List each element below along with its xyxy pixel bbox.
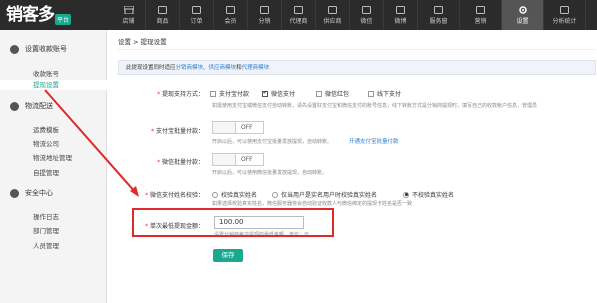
top-navigation-bar: 销客多 平台 店铺 商品 订单 会员 分销 代理商 供应商 微信 微博 服务窗 营销 设置 分析统计 xyxy=(0,0,597,30)
nav-item-order[interactable]: 订单 xyxy=(180,0,214,30)
method-wechat-checkbox[interactable]: ✔ 微信支付 xyxy=(262,89,295,98)
method-redpacket-checkbox[interactable]: 微信红包 xyxy=(316,89,349,98)
nav-item-supplier[interactable]: 供应商 xyxy=(316,0,350,30)
sidebar-item-operation-log[interactable]: 操作日志 xyxy=(33,211,59,221)
method-offline-checkbox[interactable]: 线下支付 xyxy=(368,89,401,98)
nav-item-distribution[interactable]: 分销 xyxy=(248,0,282,30)
logo-text: 销客多 xyxy=(6,4,55,25)
nav-item-wechat[interactable]: 微信 xyxy=(350,0,384,30)
radio-icon xyxy=(212,191,218,198)
sidebar-item-logistics-company[interactable]: 物流公司 xyxy=(33,138,59,148)
account-icon xyxy=(10,44,19,54)
sidebar-item-logistics-address[interactable]: 物流地址管理 xyxy=(33,152,72,162)
sidebar-group-account[interactable]: 设置收款账号 xyxy=(0,44,67,54)
nav-item-goods[interactable]: 商品 xyxy=(146,0,180,30)
breadcrumb: 设置 > 提现设置 xyxy=(118,38,167,46)
verify-real-name-radio[interactable]: 校验真实姓名 xyxy=(212,190,257,199)
wechat-batch-help: 开启以后，可以使用微信批量发放提现，自动转账。 xyxy=(212,170,328,176)
sidebar-item-department[interactable]: 部门管理 xyxy=(33,225,59,235)
notice-banner: 此提现设置同时适应分销商模块、供应商模块和代理商模块 xyxy=(118,60,596,75)
wechat-batch-toggle[interactable]: OFF xyxy=(212,153,264,166)
no-verify-radio[interactable]: 不校验真实姓名 xyxy=(403,190,454,199)
distributor-module-link[interactable]: 分销商模块 xyxy=(176,65,204,71)
wechat-icon xyxy=(362,5,372,14)
sidebar-item-staff[interactable]: 人员管理 xyxy=(33,240,59,250)
logo-badge: 平台 xyxy=(55,14,72,25)
sidebar-item-payee-account[interactable]: 收款账号 xyxy=(33,68,59,78)
highlight-box xyxy=(132,208,334,237)
checkbox-icon xyxy=(368,90,374,97)
distribution-icon xyxy=(260,5,270,14)
sidebar-group-security[interactable]: 安全中心 xyxy=(0,188,53,198)
member-icon xyxy=(226,5,236,14)
divider xyxy=(118,49,596,50)
alipay-batch-toggle[interactable]: OFF xyxy=(212,121,264,134)
main-content: 设置 > 提现设置 此提现设置同时适应分销商模块、供应商模块和代理商模块 xyxy=(107,30,597,303)
nav-item-gear[interactable]: 设置 xyxy=(502,0,544,30)
radio-selected-icon xyxy=(403,191,409,198)
verify-help: 如果选择校验真实姓名，微信服务器将会自动验证收款人与微信绑定的提现卡姓名是否一致 xyxy=(212,201,413,207)
save-button[interactable]: 保存 xyxy=(213,249,243,262)
checkbox-checked-icon: ✔ xyxy=(262,90,268,97)
supplier-icon xyxy=(328,5,338,14)
verify-if-real-user-radio[interactable]: 仅当用户是实名用户时校验真实姓名 xyxy=(272,190,377,199)
agent-icon xyxy=(294,5,304,14)
nav-item-analytics[interactable]: 分析统计 xyxy=(544,0,586,30)
sidebar-item-freight-template[interactable]: 运费模板 xyxy=(33,124,59,134)
main-nav: 店铺 商品 订单 会员 分销 代理商 供应商 微信 微博 服务窗 营销 设置 分析统计 xyxy=(112,0,597,30)
truck-icon xyxy=(10,101,19,111)
brand-logo[interactable]: 销客多 平台 xyxy=(0,0,112,30)
wechat-batch-label: * 微信批量付款： xyxy=(157,159,204,166)
nav-item-weibo[interactable]: 微博 xyxy=(384,0,418,30)
sidebar-item-self-pickup[interactable]: 自提管理 xyxy=(33,167,59,177)
checkbox-icon xyxy=(316,90,322,97)
alipay-batch-help: 开启以后，可以使用支付宝批量发放提现，自动转账。 xyxy=(212,139,333,145)
nav-item-store[interactable]: 店铺 xyxy=(112,0,146,30)
goods-icon xyxy=(158,5,168,14)
withdraw-methods-label: * 提现支持方式： xyxy=(157,91,204,98)
sidebar-group-logistics[interactable]: 物流配送 xyxy=(0,101,53,111)
service-window-icon xyxy=(434,5,444,14)
nav-item-marketing[interactable]: 营销 xyxy=(460,0,502,30)
analytics-icon xyxy=(560,5,570,14)
method-alipay-checkbox[interactable]: 支付宝付款 xyxy=(210,89,249,98)
store-icon xyxy=(123,5,134,14)
supplier-module-link[interactable]: 供应商模块 xyxy=(209,65,237,71)
gear-icon xyxy=(518,5,528,14)
sidebar: 设置收款账号 收款账号 提现设置 物流配送 运费模板 物流公司 物流地址管理 自… xyxy=(0,30,107,303)
nav-item-service-window[interactable]: 服务窗 xyxy=(418,0,460,30)
methods-help: 如需使用支付宝或微信支付自动转账，请先设置好支付宝和微信支付的账号信息；线下转账… xyxy=(212,103,538,109)
checkbox-icon xyxy=(210,90,216,97)
name-verify-label: * 微信支付姓名校验： xyxy=(145,192,204,199)
sidebar-item-withdraw-settings[interactable]: 提现设置 xyxy=(0,80,107,90)
radio-icon xyxy=(272,191,278,198)
marketing-icon xyxy=(476,5,486,14)
alipay-batch-label: * 支付宝批量付款： xyxy=(151,128,204,135)
open-alipay-batch-link[interactable]: 开通支付宝批量付款 xyxy=(349,137,399,145)
agent-module-link[interactable]: 代理商模块 xyxy=(242,65,270,71)
nav-item-agent[interactable]: 代理商 xyxy=(282,0,316,30)
nav-item-member[interactable]: 会员 xyxy=(214,0,248,30)
weibo-icon xyxy=(396,5,406,14)
order-icon xyxy=(192,5,202,14)
shield-icon xyxy=(10,188,19,198)
